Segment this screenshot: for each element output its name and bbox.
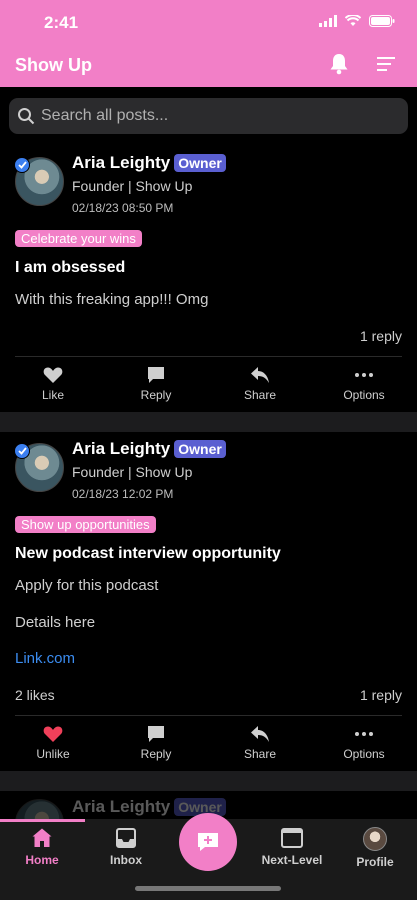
more-icon (355, 732, 373, 736)
like-button[interactable]: Like (1, 366, 105, 412)
comment-icon (148, 726, 164, 742)
app-header: 2:41 Show Up (0, 0, 417, 87)
home-indicator (135, 886, 281, 891)
new-post-button[interactable] (179, 813, 237, 871)
app-title: Show Up (15, 55, 92, 75)
options-label: Options (343, 747, 385, 761)
post-title[interactable]: I am obsessed (15, 259, 125, 277)
heart-icon (43, 367, 63, 383)
post-date: 02/18/23 08:50 PM (72, 201, 174, 215)
author-name-text: Aria Leighty (72, 153, 171, 172)
reply-count[interactable]: 1 reply (360, 328, 402, 344)
active-tab-indicator (0, 819, 85, 822)
author-avatar[interactable] (15, 799, 64, 819)
unlike-label: Unlike (36, 747, 70, 761)
signal-icon (319, 15, 337, 27)
tab-profile[interactable]: Profile (335, 827, 415, 877)
post-card[interactable]: Aria Leighty Owner Founder | Show Up 02/… (0, 145, 417, 410)
share-icon (251, 367, 269, 383)
reply-label: Reply (140, 388, 172, 402)
post-card[interactable]: Aria Leighty Owner Founder | Show Up 02/… (0, 431, 417, 771)
share-button[interactable]: Share (208, 725, 312, 771)
share-button[interactable]: Share (208, 366, 312, 412)
home-icon (32, 828, 52, 847)
author-avatar[interactable] (14, 443, 64, 492)
options-button[interactable]: Options (312, 366, 416, 412)
options-label: Options (343, 388, 385, 402)
tab-label: Next-Level (261, 853, 323, 867)
tab-inbox[interactable]: Inbox (86, 827, 166, 877)
unlike-button[interactable]: Unlike (1, 725, 105, 771)
avatar (15, 799, 64, 819)
bell-icon (330, 54, 348, 75)
category-tag[interactable]: Show up opportunities (15, 516, 156, 533)
share-label: Share (243, 747, 277, 761)
tab-label: Home (25, 853, 59, 867)
author-name-text: Aria Leighty (72, 439, 171, 458)
tab-label: Inbox (110, 853, 142, 867)
heart-filled-icon (43, 726, 63, 742)
post-body-line: Apply for this podcast (15, 577, 159, 594)
author-role: Founder | Show Up (72, 464, 193, 480)
comment-icon (148, 367, 164, 383)
tab-home[interactable]: Home (2, 827, 82, 877)
notifications-button[interactable] (327, 52, 351, 76)
post-separator (0, 771, 417, 791)
search-input[interactable] (41, 107, 381, 125)
share-icon (251, 726, 269, 742)
compose-icon (198, 833, 218, 851)
tab-label: Profile (356, 855, 394, 869)
post-title[interactable]: New podcast interview opportunity (15, 545, 281, 563)
post-link[interactable]: Link.com (15, 650, 75, 667)
author-name[interactable]: Aria Leighty Owner (72, 439, 226, 459)
battery-icon (369, 15, 395, 27)
verified-icon (14, 157, 30, 173)
search-icon (18, 108, 35, 125)
inbox-icon (116, 828, 136, 848)
author-avatar[interactable] (14, 157, 64, 206)
status-icons (319, 15, 395, 27)
post-actions: Like Reply Share Options (0, 366, 417, 412)
post-date: 02/18/23 12:02 PM (72, 487, 174, 501)
author-name[interactable]: Aria Leighty Owner (72, 153, 226, 173)
divider (15, 715, 402, 716)
divider (15, 356, 402, 357)
reply-count[interactable]: 1 reply (360, 687, 402, 703)
window-icon (281, 828, 303, 848)
owner-badge: Owner (174, 440, 226, 458)
like-count[interactable]: 2 likes (15, 687, 55, 703)
category-tag[interactable]: Celebrate your wins (15, 230, 142, 247)
more-icon (355, 373, 373, 377)
reply-button[interactable]: Reply (104, 366, 208, 412)
share-label: Share (243, 388, 277, 402)
author-name-text: Aria Leighty (72, 797, 171, 816)
verified-icon (14, 443, 30, 459)
status-time: 2:41 (44, 13, 79, 32)
author-role: Founder | Show Up (72, 178, 193, 194)
sort-icon (377, 57, 395, 71)
search-bar[interactable] (9, 98, 408, 134)
post-body: With this freaking app!!! Omg (15, 291, 209, 308)
profile-avatar (363, 827, 387, 851)
post-body-line: Details here (15, 614, 96, 631)
reply-button[interactable]: Reply (104, 725, 208, 771)
wifi-icon (345, 15, 361, 26)
post-separator (0, 412, 417, 432)
post-actions: Unlike Reply Share Options (0, 725, 417, 771)
options-button[interactable]: Options (312, 725, 416, 771)
tab-next-level[interactable]: Next-Level (252, 827, 332, 877)
owner-badge: Owner (174, 154, 226, 172)
filter-button[interactable] (374, 52, 398, 76)
like-label: Like (41, 388, 64, 402)
reply-label: Reply (140, 747, 172, 761)
